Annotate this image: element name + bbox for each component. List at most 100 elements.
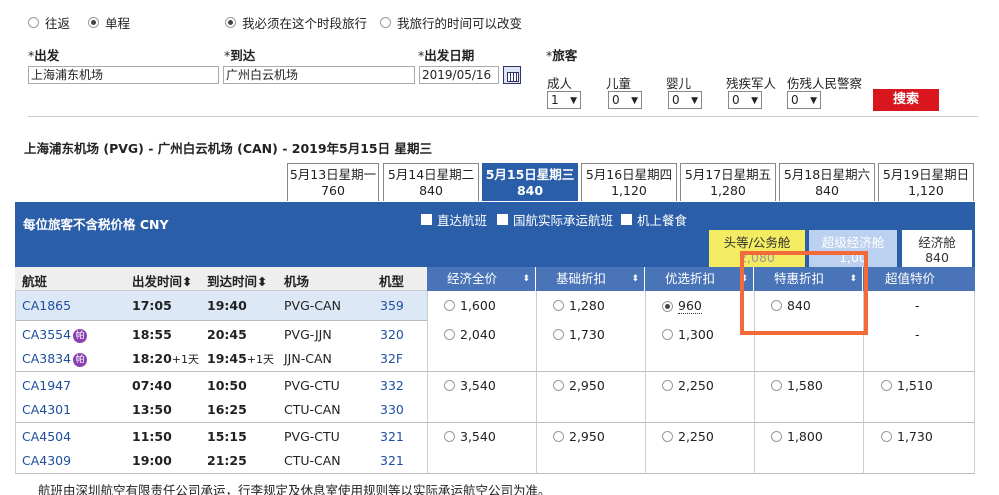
disabled-police-select[interactable]: 0 ▼ [787, 91, 821, 109]
radio-selected-icon[interactable] [88, 17, 99, 28]
sort-icon: ⬍ [631, 274, 639, 284]
radio-icon [553, 380, 564, 391]
fare-option[interactable]: 2,950 [553, 378, 605, 393]
date-tab-0513[interactable]: 5月13日星期一 760 [287, 163, 379, 201]
col-fare-value[interactable]: 超值特价 [863, 267, 975, 291]
fare-option[interactable]: 1,800 [771, 429, 823, 444]
aircraft-type[interactable]: 32F [380, 351, 403, 366]
codeshare-badge-icon: 帕 [73, 328, 88, 343]
date-tab-0517[interactable]: 5月17日星期五 1,280 [680, 163, 776, 201]
calendar-icon[interactable] [503, 66, 521, 84]
route-title: 上海浦东机场 (PVG) - 广州白云机场 (CAN) - 2019年5月15日… [24, 141, 432, 156]
fare-option[interactable]: 1,730 [881, 429, 933, 444]
radio-icon [662, 431, 673, 442]
date-tab-0516[interactable]: 5月16日星期四 1,120 [581, 163, 677, 201]
sort-icon: ⬍ [257, 274, 268, 289]
from-input[interactable]: 上海浦东机场 [28, 66, 219, 84]
arrive-time: 16:25 [207, 402, 247, 417]
aircraft-type[interactable]: 330 [380, 402, 404, 417]
flight-number[interactable]: CA4504 [22, 429, 71, 444]
col-depart[interactable]: 出发时间⬍ [132, 271, 193, 290]
radio-icon [881, 431, 892, 442]
aircraft-type[interactable]: 332 [380, 378, 404, 393]
roundtrip-option[interactable]: 往返 [28, 13, 70, 32]
radio-icon [553, 431, 564, 442]
col-fare-basic[interactable]: 基础折扣 ⬍ [536, 267, 645, 291]
adult-select[interactable]: 1 ▼ [547, 91, 581, 109]
dropdown-arrow-icon: ▼ [810, 96, 817, 106]
flexible-time-option[interactable]: 我旅行的时间可以改变 [380, 13, 522, 32]
airport-pair: CTU-CAN [284, 402, 341, 417]
checkbox-icon[interactable] [421, 214, 432, 225]
radio-icon[interactable] [28, 17, 39, 28]
date-tab-0514[interactable]: 5月14日星期二 840 [383, 163, 479, 201]
flight-number[interactable]: CA3554 帕 [22, 327, 88, 343]
checkbox-icon[interactable] [621, 214, 632, 225]
airport-pair: JJN-CAN [284, 351, 332, 366]
sort-icon: ⬍ [182, 274, 193, 289]
table-row[interactable]: CA4504 11:50 15:15 PVG-CTU 321 CA4309 19… [15, 423, 975, 474]
adult-label: 成人 [547, 76, 573, 91]
infant-select[interactable]: 0 ▼ [668, 91, 702, 109]
date-tab-0519[interactable]: 5月19日星期日 1,120 [878, 163, 974, 201]
fare-option[interactable]: 1,300 [662, 327, 714, 342]
filter-direct[interactable]: 直达航班 [421, 210, 487, 229]
sort-icon: ⬍ [522, 274, 530, 284]
checkbox-icon[interactable] [497, 214, 508, 225]
table-row[interactable]: CA1947 07:40 10:50 PVG-CTU 332 CA4301 13… [15, 372, 975, 423]
date-input[interactable]: 2019/05/16 [419, 66, 499, 84]
filter-air-china[interactable]: 国航实际承运航班 [497, 210, 613, 229]
col-fare-preferred[interactable]: 优选折扣 ⬍ [645, 267, 754, 291]
radio-icon[interactable] [380, 17, 391, 28]
filter-meal[interactable]: 机上餐食 [621, 210, 687, 229]
depart-time: 07:40 [132, 378, 172, 393]
fare-option[interactable]: 2,950 [553, 429, 605, 444]
aircraft-type[interactable]: 320 [380, 327, 404, 342]
flight-number[interactable]: CA3834 帕 [22, 351, 88, 367]
footnote: 航班由深圳航空有限责任公司承运，行李规定及休息室使用规则等以实际承运航空公司为准… [38, 483, 551, 495]
col-fare-full[interactable]: 经济全价 ⬍ [427, 267, 536, 291]
aircraft-type[interactable]: 321 [380, 429, 404, 444]
flight-number[interactable]: CA4309 [22, 453, 71, 468]
flight-number[interactable]: CA1947 [22, 378, 71, 393]
flight-number[interactable]: CA1865 [22, 298, 71, 313]
fare-option[interactable]: 3,540 [444, 429, 496, 444]
to-input[interactable]: 广州白云机场 [223, 66, 415, 84]
aircraft-type[interactable]: 359 [380, 298, 404, 313]
fare-option[interactable]: 960 [662, 298, 702, 314]
aircraft-type[interactable]: 321 [380, 453, 404, 468]
dropdown-arrow-icon: ▼ [691, 96, 698, 106]
fare-option[interactable]: 1,580 [771, 378, 823, 393]
date-tab-0515[interactable]: 5月15日星期三 840 [482, 163, 578, 201]
radio-icon [553, 300, 564, 311]
price-note: 每位旅客不含税价格 CNY [23, 217, 169, 232]
table-header: 航班 出发时间⬍ 到达时间⬍ 机场 机型 [15, 267, 427, 291]
fare-option[interactable]: 3,540 [444, 378, 496, 393]
fare-option[interactable]: 2,250 [662, 429, 714, 444]
fare-option[interactable]: 2,040 [444, 327, 496, 342]
col-arrive[interactable]: 到达时间⬍ [207, 271, 268, 290]
fare-option[interactable]: 2,250 [662, 378, 714, 393]
infant-label: 婴儿 [666, 76, 692, 91]
column-divider [536, 291, 537, 474]
fare-option[interactable]: 1,600 [444, 298, 496, 313]
oneway-option[interactable]: 单程 [88, 13, 130, 32]
depart-time: 18:55 [132, 327, 172, 342]
flight-number[interactable]: CA4301 [22, 402, 71, 417]
fare-option[interactable]: 1,280 [553, 298, 605, 313]
table-border [15, 291, 16, 474]
search-button[interactable]: 搜索 [873, 89, 939, 111]
radio-selected-icon[interactable] [225, 17, 236, 28]
disabled-soldier-select[interactable]: 0 ▼ [728, 91, 762, 109]
airport-pair: PVG-CAN [284, 298, 341, 313]
cabin-tab-economy[interactable]: 经济舱 840 [902, 230, 972, 267]
child-select[interactable]: 0 ▼ [608, 91, 642, 109]
fare-option[interactable]: 1,510 [881, 378, 933, 393]
highlight-box [740, 251, 868, 335]
fare-option[interactable]: 1,730 [553, 327, 605, 342]
date-tab-0518[interactable]: 5月18日星期六 840 [779, 163, 875, 201]
arrive-time: 21:25 [207, 453, 247, 468]
disabled-soldier-label: 残疾军人 [726, 76, 777, 91]
date-label: *出发日期 [418, 48, 475, 63]
fixed-time-option[interactable]: 我必须在这个时段旅行 [225, 13, 367, 32]
